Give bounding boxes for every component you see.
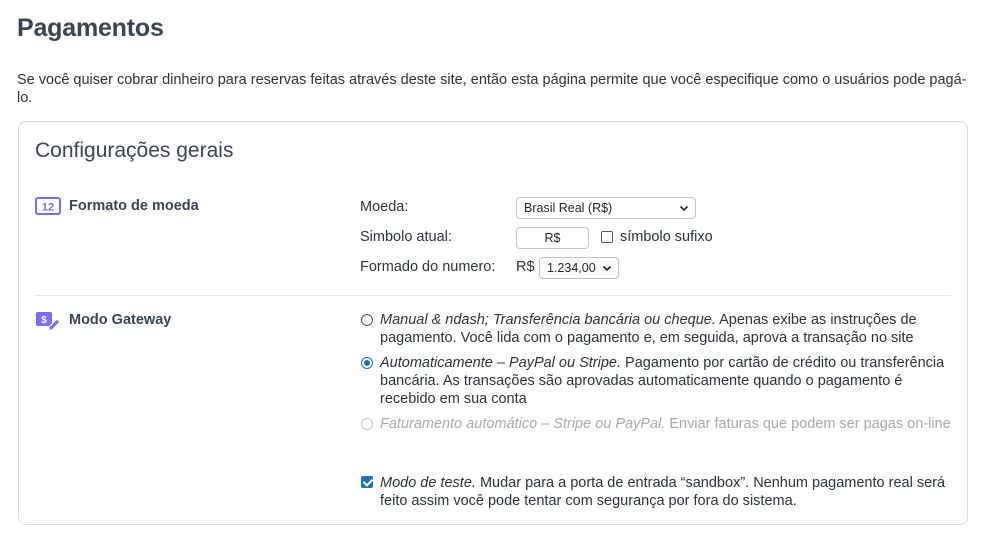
gateway-invoice-radio[interactable] [361,418,373,430]
test-mode-option: Modo de teste. Mudar para a porta de ent… [380,474,955,510]
gateway-invoice-desc: Enviar faturas que podem ser pagas on-li… [665,416,951,432]
symbol-suffix-label: símbolo sufixo [620,229,713,245]
general-settings-card: Configurações gerais 12 Formato de moeda… [18,121,968,525]
section-divider [35,295,951,296]
currency-select[interactable]: Brasil Real (R$) [516,197,696,219]
chevron-down-icon [602,263,612,273]
page-description: Se você quiser cobrar dinheiro para rese… [17,72,967,106]
gateway-mode-heading: $ Modo Gateway [35,310,171,330]
svg-text:12: 12 [42,202,54,214]
number-format-label: Formado do numero: [360,259,496,275]
svg-text:$: $ [41,315,47,326]
gateway-automatic-title: Automaticamente – PayPal ou Stripe. [380,355,621,371]
page-title: Pagamentos [17,14,164,42]
gateway-invoice-option: Faturamento automático – Stripe ou PayPa… [380,415,955,433]
number-format-value: 1.234,00 [547,261,596,275]
card-title: Configurações gerais [35,139,234,162]
gateway-manual-option: Manual & ndash; Transferência bancária o… [380,311,955,347]
number-format-select[interactable]: 1.234,00 [539,257,619,279]
test-mode-title: Modo de teste. [380,475,476,491]
gateway-automatic-radio[interactable] [361,357,373,369]
number-12-icon: 12 [35,197,61,215]
currency-symbol-input[interactable]: R$ [516,227,589,249]
gateway-automatic-option: Automaticamente – PayPal ou Stripe. Paga… [380,354,955,408]
gateway-mode-label: Modo Gateway [69,312,172,328]
test-mode-checkbox[interactable] [361,476,373,488]
currency-select-value: Brasil Real (R$) [524,201,613,215]
currency-symbol-value: R$ [544,231,561,245]
gateway-manual-radio[interactable] [361,314,373,326]
chevron-down-icon [679,203,689,213]
currency-format-heading: 12 Formato de moeda [35,197,199,215]
payment-edit-icon: $ [35,310,61,330]
currency-label: Moeda: [360,199,409,215]
symbol-suffix-checkbox[interactable] [601,231,613,243]
gateway-invoice-title: Faturamento automático – Stripe ou PayPa… [380,416,666,432]
symbol-label: Simbolo atual: [360,229,452,245]
currency-format-label: Formato de moeda [69,198,199,214]
number-format-prefix: R$ [516,259,535,275]
gateway-manual-title: Manual & ndash; Transferência bancária o… [380,312,716,328]
